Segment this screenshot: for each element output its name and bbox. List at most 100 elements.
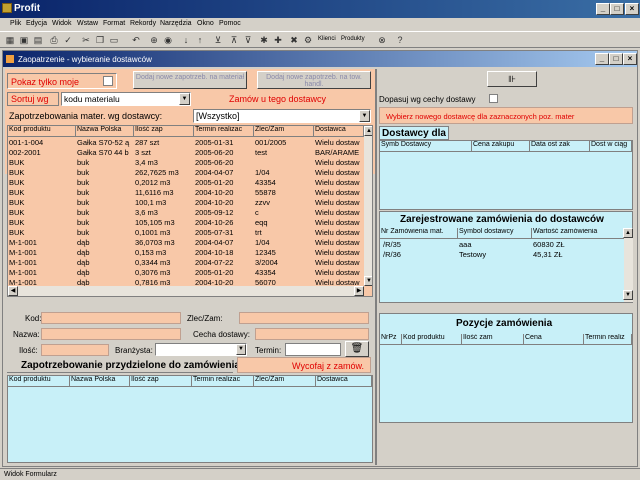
add-goods-demand-button[interactable]: Dodaj nowe zapotrzeb. na tow. handl.: [257, 71, 371, 89]
scroll-down-icon[interactable]: ▼: [623, 290, 633, 300]
print-icon[interactable]: ⎙: [48, 34, 60, 46]
orders-vscrollbar[interactable]: ▲ ▼: [623, 228, 633, 302]
preview-icon[interactable]: ▤: [32, 34, 44, 46]
menu-pomoc[interactable]: Pomoc: [219, 20, 241, 27]
new-record-icon[interactable]: ✚: [272, 34, 284, 46]
cell-nazwa: buk: [77, 188, 90, 197]
termin-label: Termin:: [255, 346, 282, 355]
web-icon[interactable]: ◉: [162, 34, 174, 46]
ocol-symbol: Symbol dostawcy: [458, 228, 532, 239]
table-row[interactable]: BUK buk 11,6116 m3 2004-10-20 55878 Wielu dos…: [8, 188, 364, 198]
choose-new-supplier-button[interactable]: Wybierz nowego dostawcę dla zaznaczonych…: [379, 107, 633, 124]
toolbar: ▦ ▣ ▤ ⎙ ✓ ✂ ❐ ▭ ↶ ⊕ ◉ ↓ ↑ ⊻ ⊼ ⊽ ✱ ✚ ✖ ⚙ …: [0, 31, 640, 48]
select-supplier-icon[interactable]: ⊪: [487, 71, 537, 87]
table-row[interactable]: M-1-001 dąb 0,153 m3 2004-10-18 12345 Wielu d…: [8, 248, 364, 258]
chevron-down-icon[interactable]: ▼: [236, 344, 246, 355]
cell-zlec: 001/2005: [255, 138, 287, 147]
kod-field[interactable]: [41, 312, 181, 324]
menu-wstaw[interactable]: Wstaw: [77, 20, 98, 27]
produkty-button[interactable]: Produkty: [341, 36, 365, 42]
withdraw-label: Wycofaj z zamów.: [292, 361, 364, 371]
undo-icon[interactable]: ↶: [130, 34, 142, 46]
order-row[interactable]: /R/35 aaa 60830 ZŁ: [380, 240, 624, 250]
demand-hscrollbar[interactable]: ◀ ▶: [8, 286, 364, 296]
table-row[interactable]: BUK buk 105,105 m3 2004-10-26 eqq Wielu dosta…: [8, 218, 364, 228]
apply-filter-icon[interactable]: ⊽: [242, 34, 254, 46]
cell-termin: 2004-10-20: [195, 188, 234, 197]
show-only-mine-checkbox[interactable]: [103, 76, 113, 86]
order-from-supplier-link[interactable]: Zamów u tego dostawcy: [229, 94, 326, 104]
zlec-field[interactable]: [239, 312, 369, 324]
menu-narzedzia[interactable]: Narzędzia: [160, 20, 192, 27]
menu-plik[interactable]: Plik: [10, 20, 21, 27]
chevron-down-icon[interactable]: ▼: [359, 110, 370, 122]
table-row[interactable]: M-1-001 dąb 0,3076 m3 2005-01-20 43354 Wielu …: [8, 268, 364, 278]
scroll-left-icon[interactable]: ◀: [8, 286, 18, 296]
menu-format[interactable]: Format: [103, 20, 125, 27]
supplier-select[interactable]: [Wszystko] ▼: [193, 109, 371, 123]
table-row[interactable]: BUK buk 100,1 m3 2004-10-20 zzvv Wielu dostaw: [8, 198, 364, 208]
scroll-down-icon[interactable]: ▼: [364, 276, 372, 286]
cell-termin: 2005-06-20: [195, 148, 234, 157]
cell-termin: 2004-07-22: [195, 258, 234, 267]
cecha-field[interactable]: [255, 328, 369, 340]
klienci-button[interactable]: Klienci: [318, 36, 336, 42]
minimize-icon[interactable]: _: [596, 3, 610, 15]
save-icon[interactable]: ▣: [18, 34, 30, 46]
sort-select[interactable]: kodu materialu ▼: [61, 92, 191, 106]
scroll-right-icon[interactable]: ▶: [354, 286, 364, 296]
table-row[interactable]: BUK buk 0,2012 m3 2005-01-20 43354 Wielu dost…: [8, 178, 364, 188]
paste-icon[interactable]: ▭: [108, 34, 120, 46]
add-material-demand-button[interactable]: Dodaj nowe zapotrzeb. na materiał: [133, 71, 247, 89]
termin-field[interactable]: [285, 343, 341, 356]
table-row[interactable]: M-1-001 dąb 36,0703 m3 2004-04-07 1/04 Wielu …: [8, 238, 364, 248]
cell-termin: 2004-04-07: [195, 168, 234, 177]
scol-dost: Dost w ciąg: [590, 141, 632, 152]
copy-icon[interactable]: ❐: [94, 34, 106, 46]
view-icon[interactable]: ▦: [4, 34, 16, 46]
match-by-feature-checkbox[interactable]: [489, 94, 498, 103]
maximize-icon[interactable]: □: [610, 3, 624, 15]
assigned-title-box: Zapotrzebowanie przydzielone do zamówien…: [7, 359, 240, 373]
spellcheck-icon[interactable]: ✓: [62, 34, 74, 46]
nazwa-field[interactable]: [41, 328, 181, 340]
window-close-icon[interactable]: ×: [623, 53, 637, 65]
scroll-up-icon[interactable]: ▲: [364, 126, 372, 136]
table-row[interactable]: BUK buk 3,4 m3 2005-06-20 Wielu dostaw: [8, 158, 364, 168]
order-row[interactable]: /R/36 Testowy 45,31 ZŁ: [380, 250, 624, 260]
ilosc-field[interactable]: [41, 344, 109, 356]
menu-rekordy[interactable]: Rekordy: [130, 20, 156, 27]
filter-icon[interactable]: ⊻: [212, 34, 224, 46]
table-row[interactable]: BUK buk 262,7625 m3 2004-04-07 1/04 Wielu dos…: [8, 168, 364, 178]
sort-desc-icon[interactable]: ↑: [194, 34, 206, 46]
help-icon[interactable]: ?: [394, 34, 406, 46]
chevron-down-icon[interactable]: ▼: [179, 93, 190, 105]
cut-icon[interactable]: ✂: [80, 34, 92, 46]
delete-record-icon[interactable]: ✖: [288, 34, 300, 46]
filter-form-icon[interactable]: ⊼: [228, 34, 240, 46]
menu-widok[interactable]: Widok: [52, 20, 71, 27]
table-row[interactable]: BUK buk 0,1001 m3 2005-07-31 trt Wielu dostaw: [8, 228, 364, 238]
find-icon[interactable]: ✱: [258, 34, 270, 46]
menu-okno[interactable]: Okno: [197, 20, 214, 27]
window-maximize-icon[interactable]: □: [609, 53, 623, 65]
table-row[interactable]: 002-2001 Gałka S70 44 b 3 szt 2005-06-20 tes…: [8, 148, 364, 158]
table-row[interactable]: BUK buk 3,6 m3 2005-09-12 c Wielu dostaw: [8, 208, 364, 218]
sort-asc-icon[interactable]: ↓: [180, 34, 192, 46]
window-minimize-icon[interactable]: _: [595, 53, 609, 65]
binoculars-icon[interactable]: ⊗: [376, 34, 388, 46]
assigned-table: Kod produktu Nazwa Polska Ilość zap Term…: [7, 375, 373, 463]
table-row[interactable]: 001-1-004 Gałka S70-52 ą 287 szt 2005-01-31…: [8, 138, 364, 148]
table-row[interactable]: M-1-001 dąb 0,3344 m3 2004-07-22 3/2004 Wielu…: [8, 258, 364, 268]
branzysta-select[interactable]: ▼: [155, 343, 247, 356]
properties-icon[interactable]: ⚙: [302, 34, 314, 46]
cell-dostawca: Wielu dostaw: [315, 198, 360, 207]
hyperlink-icon[interactable]: ⊕: [148, 34, 160, 46]
close-icon[interactable]: ×: [625, 3, 639, 15]
withdraw-button[interactable]: Wycofaj z zamów.: [237, 357, 371, 373]
scroll-up-icon[interactable]: ▲: [623, 228, 633, 238]
demand-vscrollbar[interactable]: ▲ ▼: [364, 126, 372, 286]
cell-nazwa: Gałka S70-52 ą: [77, 138, 130, 147]
menu-edycja[interactable]: Edycja: [26, 20, 47, 27]
trash-icon[interactable]: 🗑: [345, 341, 369, 357]
